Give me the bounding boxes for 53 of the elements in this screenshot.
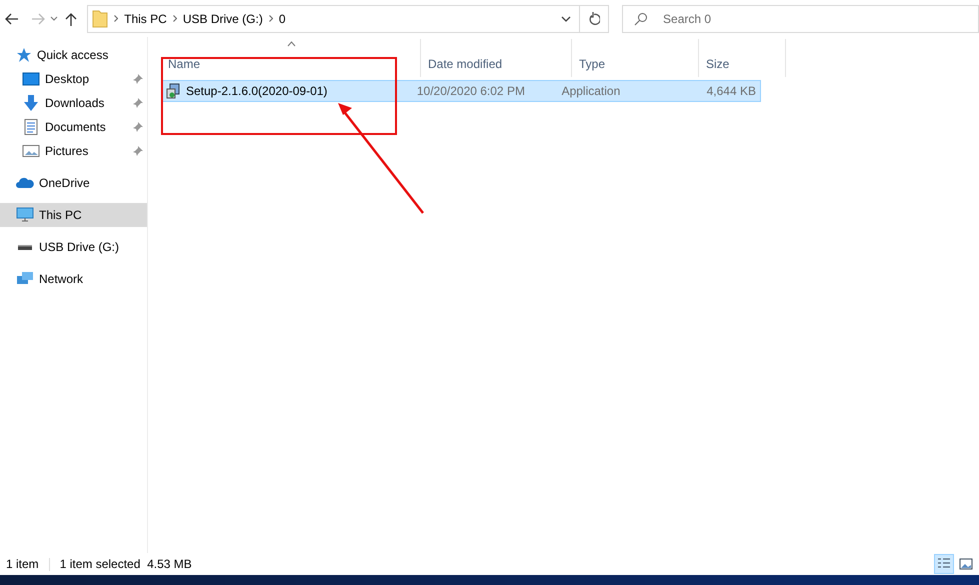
- up-arrow-icon: [65, 12, 78, 26]
- sidebar-item[interactable]: This PC: [0, 203, 147, 227]
- picture-icon: [22, 143, 40, 159]
- caret-icon: [561, 16, 572, 22]
- search-icon: [634, 12, 648, 26]
- sidebar-item[interactable]: Desktop: [0, 67, 147, 91]
- sidebar-item[interactable]: OneDrive: [0, 171, 147, 195]
- chevron-icon: [114, 15, 118, 22]
- back-arrow-icon: [4, 12, 19, 24]
- pin-icon[interactable]: [133, 146, 143, 156]
- file-name: Setup-2.1.6.0(2020-09-01): [186, 84, 328, 98]
- drive-icon: [18, 244, 32, 250]
- sidebar-item[interactable]: Network: [0, 267, 147, 291]
- sidebar-item[interactable]: Quick access: [0, 43, 147, 67]
- folder-icon: [92, 10, 108, 28]
- column-header[interactable]: Name: [161, 39, 421, 77]
- chevron-icon: [268, 15, 273, 22]
- size-cell-text: 4,644 KB: [706, 84, 757, 98]
- chevron-icon: [172, 15, 177, 22]
- pin-icon[interactable]: [133, 98, 143, 108]
- monitor-icon: [16, 207, 34, 223]
- forward-arrow-icon: [30, 12, 45, 24]
- sidebar-item[interactable]: Downloads: [0, 91, 147, 115]
- pin-icon[interactable]: [133, 122, 143, 132]
- star-icon: [16, 47, 32, 63]
- desktop-icon: [22, 71, 40, 87]
- sidebar-item[interactable]: Documents: [0, 115, 147, 139]
- column-header[interactable]: Size: [699, 39, 786, 77]
- selection-info: 1 item selected 4.53 MB: [60, 557, 192, 571]
- sidebar-item[interactable]: Pictures: [0, 139, 147, 163]
- breadcrumb-item[interactable]: 0: [278, 12, 286, 26]
- column-header[interactable]: Date modified: [421, 39, 572, 77]
- search-field[interactable]: Search 0: [622, 4, 979, 32]
- caret-icon: [50, 16, 58, 21]
- pin-icon[interactable]: [133, 74, 143, 84]
- network-icon: [16, 271, 34, 287]
- date-cell-text: 10/20/2020 6:02 PM: [416, 84, 526, 98]
- download-arrow-icon: [22, 95, 40, 111]
- refresh-icon: [588, 12, 600, 25]
- refresh-button[interactable]: [580, 4, 610, 32]
- breadcrumb-item[interactable]: USB Drive (G:): [182, 12, 263, 26]
- breadcrumb-item[interactable]: This PC: [124, 12, 167, 26]
- item-count: 1 item: [6, 557, 39, 571]
- address-bar[interactable]: This PC USB Drive (G:) 0: [87, 4, 580, 32]
- type-cell-text: Application: [560, 84, 622, 98]
- file-row[interactable]: Setup-2.1.6.0(2020-09-01) 10/20/2020 6:02 PM Application 4,644 KB: [161, 80, 761, 102]
- installer-icon: [166, 83, 182, 99]
- details-view-button[interactable]: [934, 554, 954, 574]
- document-icon: [22, 119, 40, 135]
- sidebar-item[interactable]: USB Drive (G:): [0, 235, 147, 259]
- cloud-icon: [16, 175, 34, 191]
- column-header[interactable]: Type: [572, 39, 699, 77]
- image-icon: [959, 558, 973, 570]
